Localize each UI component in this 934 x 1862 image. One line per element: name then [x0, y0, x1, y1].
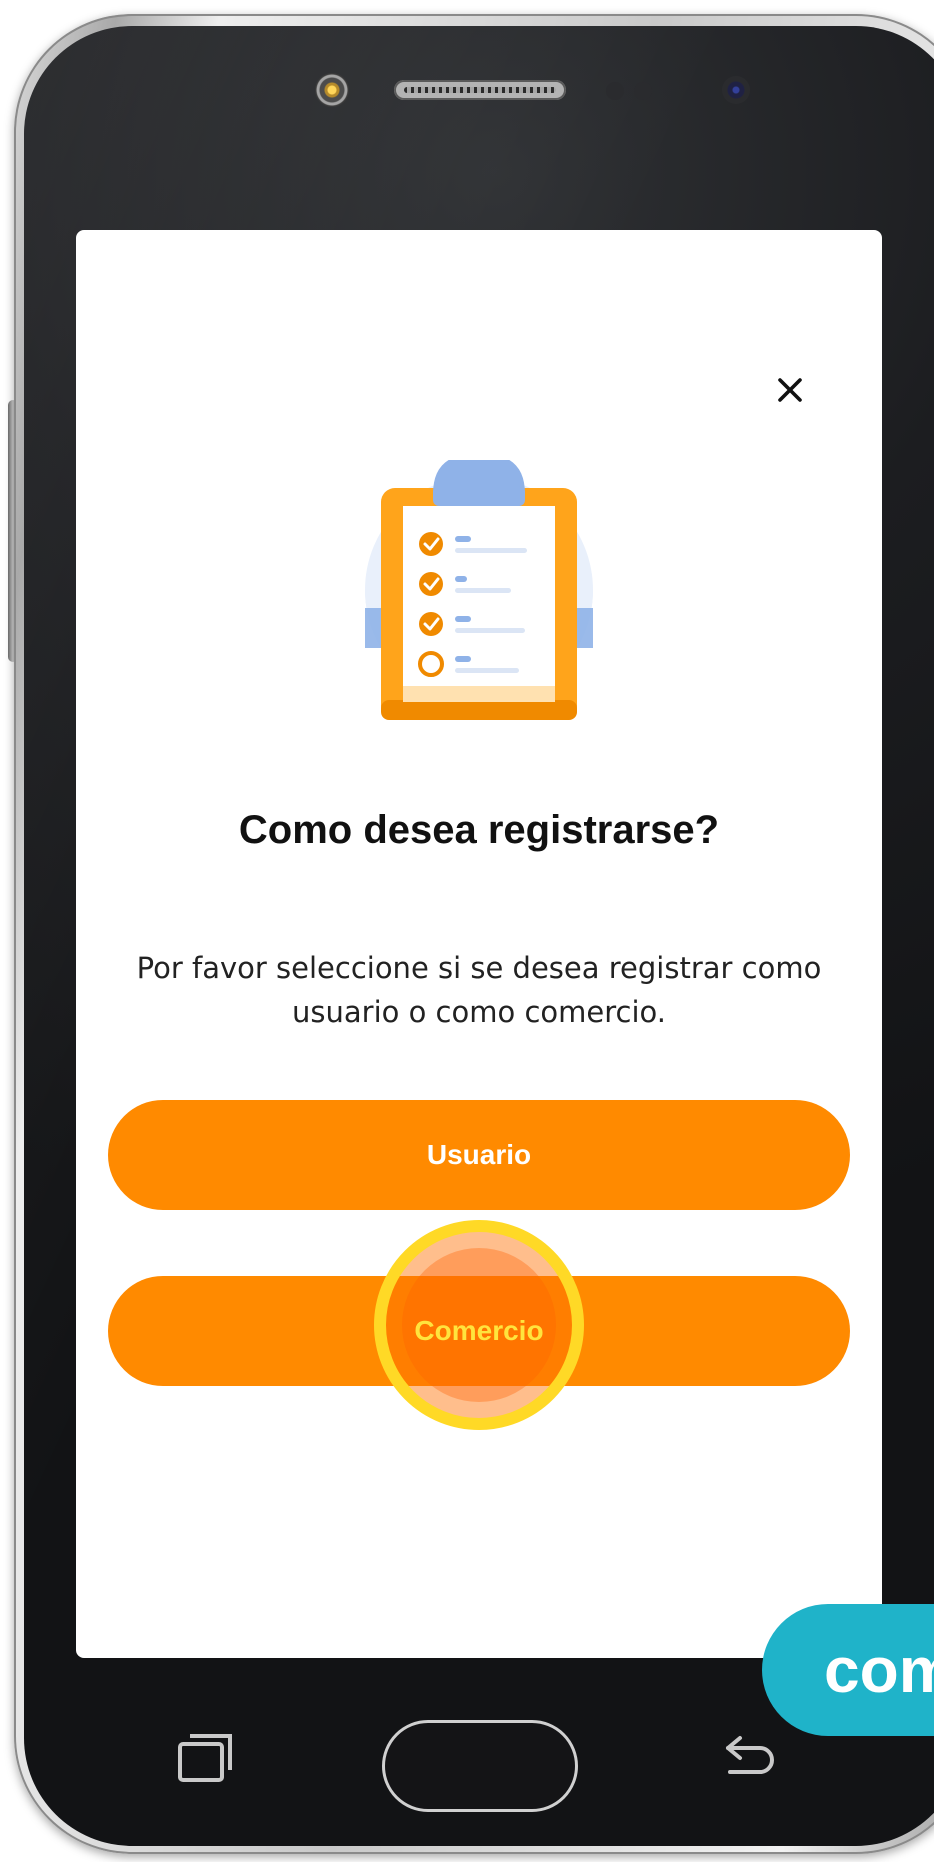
comercio-button[interactable]: Comercio — [108, 1276, 850, 1386]
home-key[interactable] — [382, 1720, 578, 1812]
back-key-icon[interactable] — [720, 1728, 780, 1782]
overlay-caption-text: com — [824, 1634, 934, 1706]
recents-key-icon[interactable] — [176, 1730, 236, 1784]
app-screen: Como desea registrarse? Por favor selecc… — [76, 230, 882, 1658]
screenshot-stage: Como desea registrarse? Por favor selecc… — [0, 0, 934, 1862]
front-camera-lens-icon — [722, 76, 750, 104]
usuario-button[interactable]: Usuario — [108, 1100, 850, 1210]
earpiece-speaker — [394, 80, 566, 100]
proximity-sensor — [606, 82, 624, 100]
usuario-button-label: Usuario — [426, 1139, 532, 1170]
front-flash-icon — [315, 73, 349, 107]
dialog-description: Por favor seleccione si se desea registr… — [136, 951, 822, 1029]
close-button[interactable] — [768, 368, 812, 412]
comercio-button-label: Comercio — [414, 1315, 544, 1346]
checklist-clipboard-icon — [365, 460, 593, 720]
overlay-caption-badge: com — [762, 1604, 934, 1736]
close-icon — [778, 378, 802, 402]
light-sensor — [634, 82, 652, 100]
dialog-title: Como desea registrarse? — [238, 808, 720, 852]
